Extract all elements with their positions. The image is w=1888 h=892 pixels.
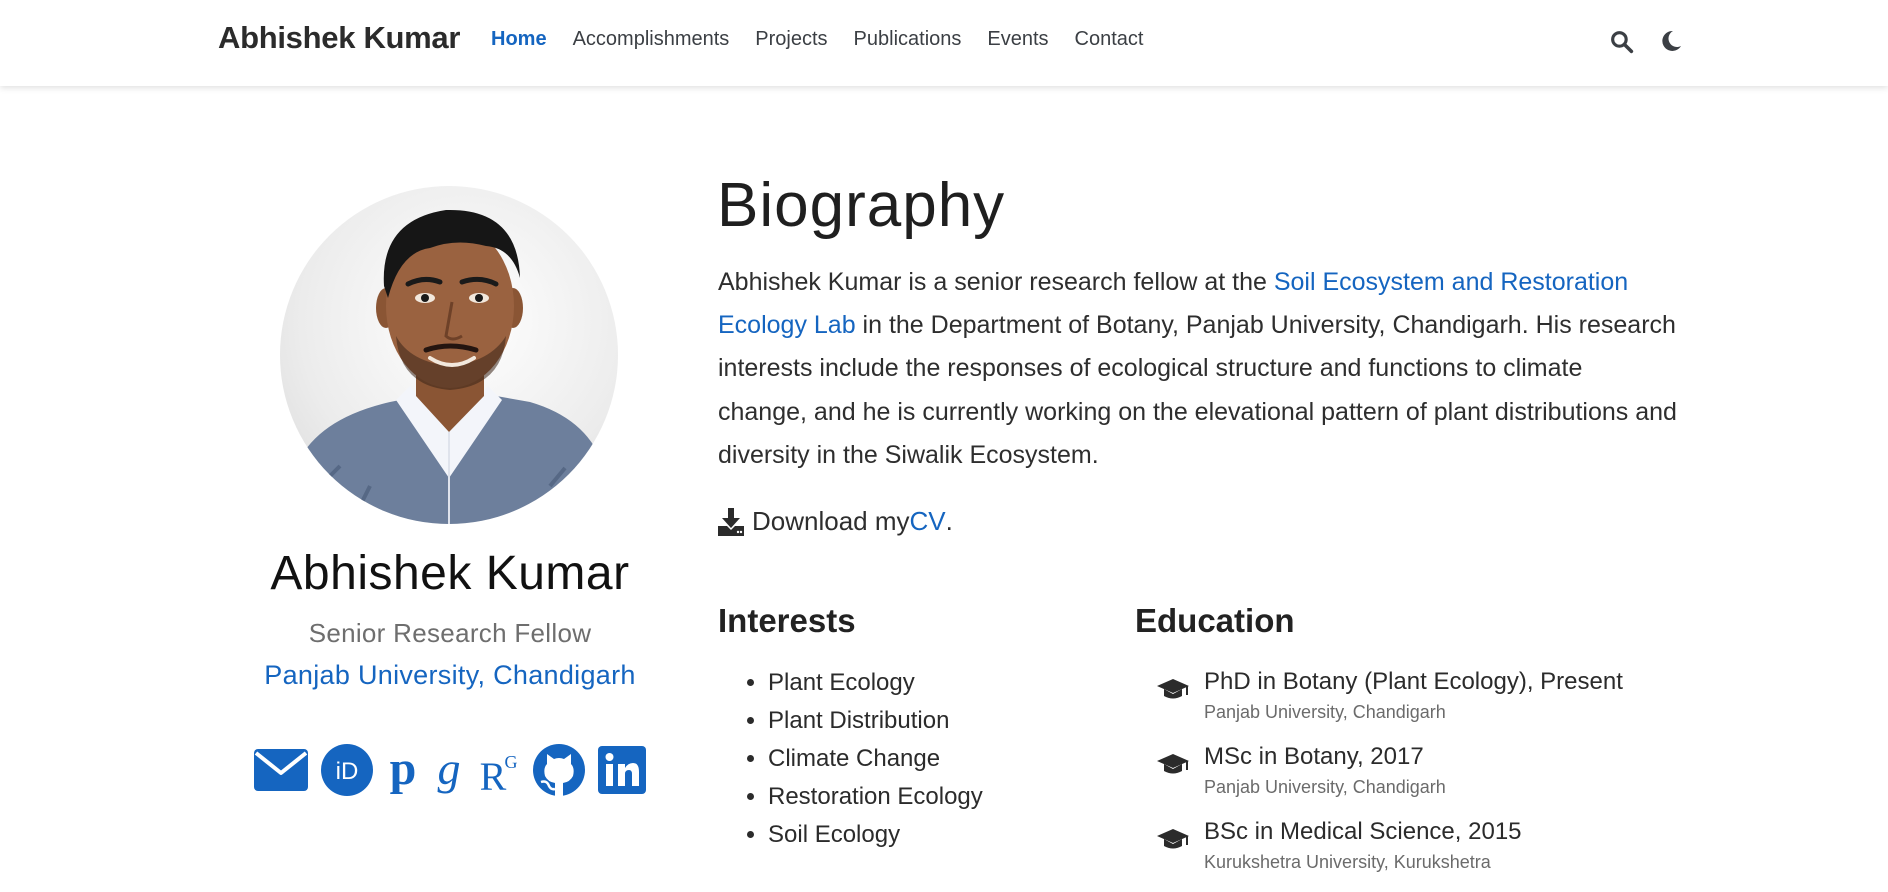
- education-list: PhD in Botany (Plant Ecology), Present P…: [1156, 665, 1623, 890]
- biography-text: Abhishek Kumar is a senior research fell…: [718, 261, 1678, 477]
- interests-title: Interests: [718, 602, 856, 639]
- profile-organization-link[interactable]: Panjab University, Chandigarh: [200, 660, 700, 691]
- orcid-icon[interactable]: iD: [321, 743, 374, 797]
- nav-projects[interactable]: Projects: [755, 28, 827, 51]
- education-institution: Panjab University, Chandigarh: [1204, 702, 1446, 722]
- linkedin-icon[interactable]: [597, 743, 646, 797]
- nav-contact[interactable]: Contact: [1075, 28, 1144, 51]
- avatar: [280, 186, 618, 524]
- cv-link[interactable]: CV: [910, 506, 946, 537]
- publons-icon[interactable]: p: [387, 743, 419, 797]
- svg-text:p: p: [389, 744, 416, 795]
- interest-item: Plant Distribution: [768, 702, 983, 740]
- education-institution: Kurukshetra University, Kurukshetra: [1204, 852, 1491, 872]
- cv-prefix: Download my: [752, 506, 910, 536]
- profile-name: Abhishek Kumar: [270, 547, 630, 600]
- svg-text:G: G: [505, 752, 518, 772]
- education-course: BSc in Medical Science, 2015: [1204, 818, 1522, 845]
- svg-text:g: g: [437, 744, 460, 794]
- moon-icon[interactable]: [1657, 24, 1684, 58]
- education-item: BSc in Medical Science, 2015 Kurukshetra…: [1156, 815, 1623, 875]
- profile-role: Senior Research Fellow: [308, 618, 592, 648]
- education-institution: Panjab University, Chandigarh: [1204, 777, 1446, 797]
- interest-item: Soil Ecology: [768, 816, 983, 854]
- biography-text-start: Abhishek Kumar is a senior research fell…: [718, 268, 1274, 296]
- search-icon[interactable]: [1608, 24, 1635, 58]
- nav-links: Home Accomplishments Projects Publicatio…: [491, 28, 1143, 51]
- nav-home[interactable]: Home: [491, 28, 547, 51]
- nav-publications[interactable]: Publications: [854, 28, 962, 51]
- graduation-cap-icon: [1156, 665, 1192, 706]
- svg-text:R: R: [480, 754, 507, 796]
- researchgate-icon[interactable]: R G: [479, 743, 519, 797]
- cv-download-line: Download my CV .: [718, 506, 953, 537]
- education-course: PhD in Botany (Plant Ecology), Present: [1204, 668, 1623, 695]
- interest-item: Plant Ecology: [768, 664, 983, 702]
- github-icon[interactable]: [532, 743, 585, 797]
- graduation-cap-icon: [1156, 815, 1192, 856]
- education-course: MSc in Botany, 2017: [1204, 743, 1424, 770]
- interest-item: Restoration Ecology: [768, 778, 983, 816]
- google-scholar-icon[interactable]: g: [432, 743, 466, 797]
- nav-accomplishments[interactable]: Accomplishments: [573, 28, 730, 51]
- top-navbar: Abhishek Kumar Home Accomplishments Proj…: [0, 0, 1888, 86]
- svg-text:iD: iD: [336, 758, 359, 785]
- envelope-icon[interactable]: [254, 743, 308, 797]
- site-brand[interactable]: Abhishek Kumar: [218, 20, 460, 56]
- social-links: iD p g R G: [254, 742, 646, 798]
- education-item: PhD in Botany (Plant Ecology), Present P…: [1156, 665, 1623, 725]
- education-title: Education: [1135, 602, 1295, 639]
- biography-title: Biography: [717, 171, 1006, 240]
- interests-list: Plant Ecology Plant Distribution Climate…: [744, 664, 983, 854]
- interest-item: Climate Change: [768, 740, 983, 778]
- download-icon: [718, 507, 744, 536]
- nav-events[interactable]: Events: [987, 28, 1048, 51]
- cv-suffix: .: [945, 506, 953, 536]
- education-item: MSc in Botany, 2017 Panjab University, C…: [1156, 740, 1623, 800]
- graduation-cap-icon: [1156, 740, 1192, 781]
- biography-text-end: in the Department of Botany, Panjab Univ…: [718, 311, 1677, 469]
- nav-icons: [1608, 24, 1684, 58]
